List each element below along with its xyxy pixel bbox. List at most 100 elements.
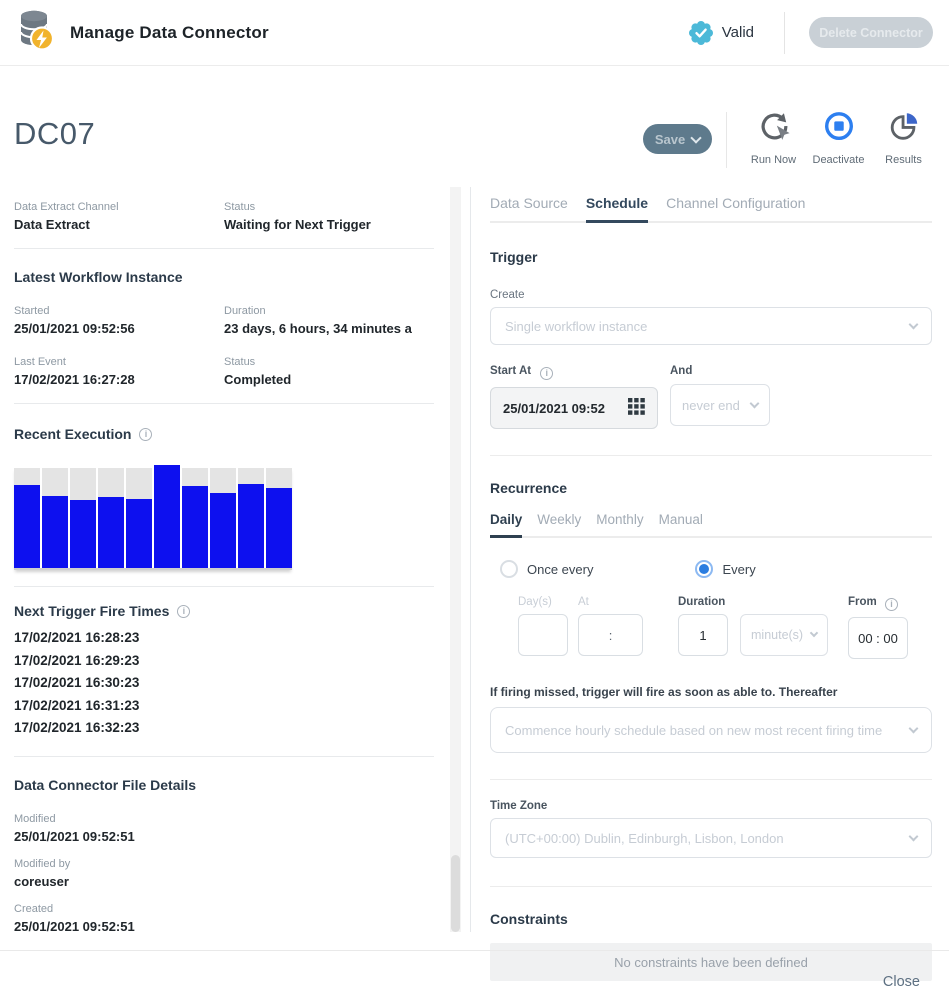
every-radio[interactable] (695, 560, 713, 578)
time-zone-select[interactable]: (UTC+00:00) Dublin, Edinburgh, Lisbon, L… (490, 818, 932, 858)
missed-firing-text: If firing missed, trigger will fire as s… (490, 685, 932, 699)
divider (14, 248, 434, 249)
seal-check-icon (688, 20, 714, 46)
trigger-heading: Trigger (490, 249, 932, 265)
tab-monthly[interactable]: Monthly (596, 512, 643, 536)
duration-label: Duration (224, 305, 434, 317)
modified-by-value: coreuser (14, 874, 434, 889)
deactivate-button[interactable]: Deactivate (806, 110, 871, 166)
channel-value: Data Extract (14, 217, 224, 232)
status-badge-label: Valid (722, 24, 754, 41)
delete-connector-button[interactable]: Delete Connector (809, 17, 933, 48)
save-button-label: Save (655, 132, 685, 147)
info-icon[interactable] (177, 605, 190, 618)
once-every-label: Once every (527, 562, 593, 577)
database-lightning-icon (16, 7, 56, 58)
run-now-button[interactable]: Run Now (741, 110, 806, 166)
workflow-row-1: Started 25/01/2021 09:52:56 Duration 23 … (14, 305, 434, 336)
execution-bar (210, 468, 236, 568)
execution-bar (266, 468, 292, 568)
constraints-empty-message: No constraints have been defined (490, 943, 932, 981)
execution-bar (98, 468, 124, 568)
created-value: 25/01/2021 09:52:51 (14, 919, 434, 933)
trigger-time: 17/02/2021 16:32:23 (14, 717, 434, 740)
tab-data-source[interactable]: Data Source (490, 195, 568, 221)
dialog-header: Manage Data Connector Valid Delete Conne… (0, 0, 949, 66)
from-time-input[interactable]: 00 : 00 (848, 617, 908, 659)
divider (14, 586, 434, 587)
last-event-value: 17/02/2021 16:27:28 (14, 372, 224, 387)
duration-field-label: Duration (678, 596, 728, 608)
workflow-status-label: Status (224, 356, 434, 368)
trigger-time: 17/02/2021 16:28:23 (14, 627, 434, 650)
started-value: 25/01/2021 09:52:56 (14, 321, 224, 336)
never-end-select[interactable]: never end (670, 384, 770, 426)
duration-value: 23 days, 6 hours, 34 minutes a (224, 321, 434, 336)
workflow-status-value: Completed (224, 372, 434, 387)
save-button[interactable]: Save (643, 124, 712, 154)
create-select[interactable]: Single workflow instance (490, 307, 932, 345)
tab-manual[interactable]: Manual (659, 512, 703, 536)
tab-channel-configuration[interactable]: Channel Configuration (666, 195, 805, 221)
tab-weekly[interactable]: Weekly (537, 512, 581, 536)
scrollbar-track (450, 187, 461, 932)
deactivate-label: Deactivate (813, 154, 865, 166)
workflow-heading: Latest Workflow Instance (14, 269, 434, 285)
every-label: Every (722, 562, 755, 577)
divider (14, 756, 434, 757)
footer-divider (0, 950, 949, 951)
recent-execution-heading-text: Recent Execution (14, 426, 131, 442)
results-label: Results (885, 154, 922, 166)
and-label: And (670, 365, 770, 377)
chevron-down-icon (909, 319, 919, 329)
close-button[interactable]: Close (883, 974, 920, 990)
never-end-value: never end (682, 398, 740, 413)
workflow-row-2: Last Event 17/02/2021 16:27:28 Status Co… (14, 356, 434, 387)
divider (14, 403, 434, 404)
at-time-input[interactable]: : (578, 614, 643, 656)
connector-name-title: DC07 (14, 116, 95, 152)
scrollbar-thumb[interactable] (451, 855, 460, 932)
execution-bar (14, 468, 40, 568)
info-icon[interactable] (540, 367, 553, 380)
channel-label: Data Extract Channel (14, 201, 224, 213)
divider (726, 112, 727, 168)
create-label: Create (490, 289, 932, 301)
once-every-radio[interactable] (500, 560, 518, 578)
recent-execution-bar-chart (14, 468, 292, 570)
duration-input[interactable]: 1 (678, 614, 728, 656)
chevron-down-icon (691, 132, 702, 143)
duration-unit-value: minute(s) (751, 628, 803, 642)
start-at-input[interactable]: 25/01/2021 09:52 (490, 387, 658, 429)
info-icon[interactable] (885, 598, 898, 611)
chevron-down-icon (750, 398, 760, 408)
recurrence-mode-radios: Once every Every (490, 560, 932, 578)
status-badge: Valid (688, 20, 754, 46)
tab-schedule[interactable]: Schedule (586, 195, 648, 223)
divider (490, 886, 932, 887)
toolbar: Save Run Now Deactivate (643, 110, 936, 168)
missed-firing-select[interactable]: Commence hourly schedule based on new mo… (490, 707, 932, 753)
start-at-label-text: Start At (490, 365, 531, 377)
time-zone-label: Time Zone (490, 800, 932, 812)
recurrence-tab-bar: Daily Weekly Monthly Manual (490, 512, 932, 538)
divider (784, 12, 785, 54)
execution-bar (238, 468, 264, 568)
results-button[interactable]: Results (871, 110, 936, 166)
duration-unit-select[interactable]: minute(s) (740, 614, 828, 656)
modified-label: Modified (14, 813, 434, 825)
info-icon[interactable] (139, 428, 152, 441)
missed-firing-value: Commence hourly schedule based on new mo… (505, 723, 882, 738)
constraints-heading: Constraints (490, 911, 932, 927)
start-at-label: Start At (490, 365, 658, 380)
status-value: Waiting for Next Trigger (224, 217, 434, 232)
connector-summary-panel: Data Extract Channel Data Extract Status… (0, 187, 471, 932)
last-event-label: Last Event (14, 356, 224, 368)
started-label: Started (14, 305, 224, 317)
dialog-title: Manage Data Connector (70, 23, 269, 43)
divider (490, 779, 932, 780)
trigger-time: 17/02/2021 16:31:23 (14, 695, 434, 718)
from-label: From (848, 596, 908, 611)
tab-daily[interactable]: Daily (490, 512, 522, 538)
days-input[interactable] (518, 614, 568, 656)
